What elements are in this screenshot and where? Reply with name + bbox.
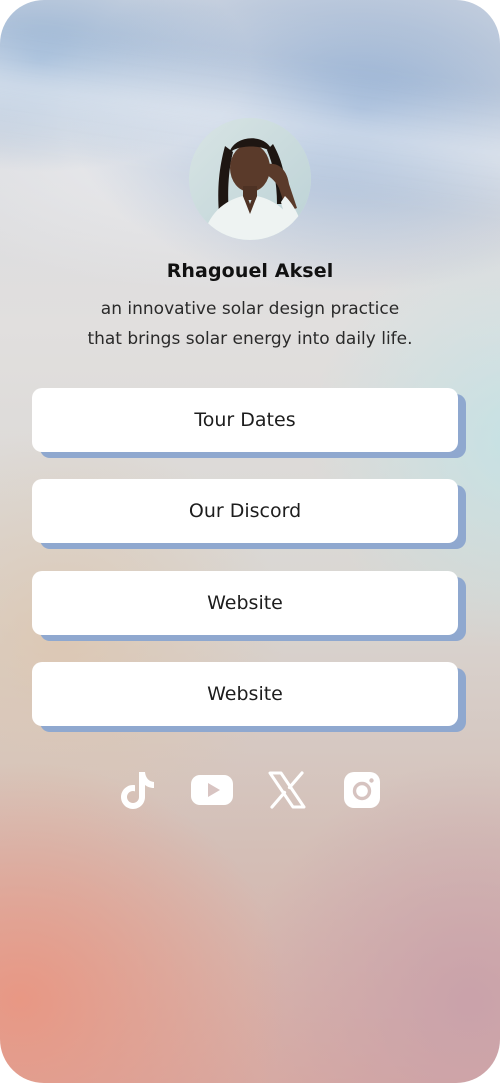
- instagram-icon[interactable]: [340, 768, 384, 812]
- bio-line: an innovative solar design practice: [100, 299, 400, 319]
- link-button-website-2[interactable]: Website: [32, 662, 458, 726]
- link-button-our-discord[interactable]: Our Discord: [32, 479, 458, 543]
- bio-line: that brings solar energy into daily life…: [87, 329, 413, 349]
- youtube-icon[interactable]: [190, 768, 234, 812]
- tiktok-icon[interactable]: [116, 768, 160, 812]
- avatar: [189, 118, 311, 240]
- profile-name: Rhagouel Aksel: [166, 260, 334, 282]
- x-icon[interactable]: [265, 768, 309, 812]
- link-button-tour-dates[interactable]: Tour Dates: [32, 388, 458, 452]
- link-button-website[interactable]: Website: [32, 571, 458, 635]
- social-icons: [0, 768, 500, 812]
- profile-bio: an innovative solar design practice that…: [40, 294, 460, 354]
- profile-page: Rhagouel Aksel an innovative solar desig…: [0, 0, 500, 1083]
